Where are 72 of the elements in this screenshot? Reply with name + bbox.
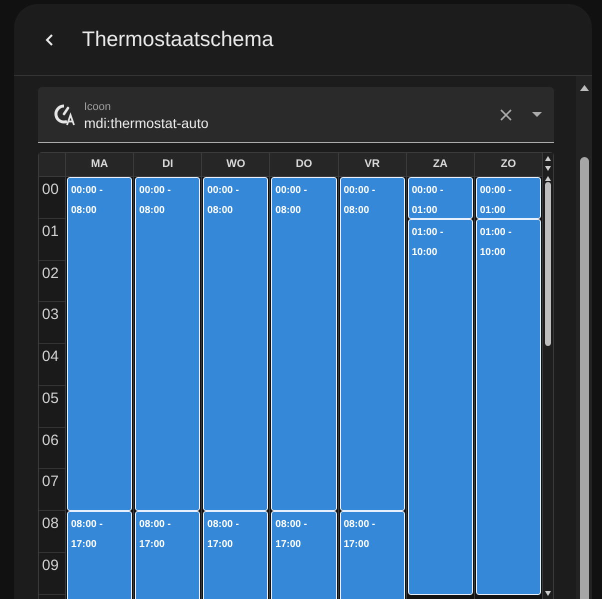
schedule-block[interactable]: 08:00 - 17:00 <box>340 511 405 599</box>
block-start-time: 01:00 - <box>480 226 513 240</box>
day-header: DO <box>270 153 338 177</box>
scrollbar-thumb[interactable] <box>580 157 588 599</box>
block-end-time: 10:00 <box>480 246 506 260</box>
block-start-time: 08:00 - <box>344 518 376 532</box>
block-end-time: 08:00 <box>344 204 370 218</box>
schedule-block[interactable]: 08:00 - 17:00 <box>135 511 200 599</box>
block-end-time: 17:00 <box>207 538 234 552</box>
dropdown-caret-icon[interactable] <box>532 112 542 118</box>
block-end-time: 01:00 <box>412 204 438 218</box>
field-value: mdi:thermostat-auto <box>84 114 210 132</box>
thermostat-auto-icon <box>54 104 76 126</box>
block-end-time: 08:00 <box>139 204 166 218</box>
hour-label: 05 <box>41 388 60 409</box>
clear-icon[interactable] <box>500 108 512 120</box>
block-start-time: 08:00 - <box>139 518 172 532</box>
scroll-up-icon[interactable] <box>544 156 551 161</box>
schedule-block[interactable]: 08:00 - 17:00 <box>271 511 337 599</box>
hour-label: 06 <box>41 430 60 450</box>
schedule-block[interactable]: 01:00 - 10:00 <box>408 218 473 594</box>
schedule-block[interactable]: 01:00 - 10:00 <box>476 218 541 594</box>
block-end-time: 17:00 <box>71 538 98 552</box>
icon-field[interactable]: Icoon mdi:thermostat-auto <box>38 87 554 143</box>
scroll-up-icon[interactable] <box>580 85 588 91</box>
day-header: ZO <box>474 153 542 177</box>
block-end-time: 08:00 <box>71 204 98 218</box>
hour-label: 03 <box>41 305 60 326</box>
scrollbar-thumb[interactable] <box>544 182 551 346</box>
block-start-time: 00:00 - <box>71 184 104 198</box>
block-start-time: 00:00 - <box>139 184 172 198</box>
schedule-block[interactable]: 00:00 - 08:00 <box>135 177 200 511</box>
day-header: WO <box>202 153 270 177</box>
hour-label: 01 <box>41 222 60 242</box>
schedule-block[interactable]: 00:00 - 08:00 <box>203 177 268 511</box>
day-header: VR <box>338 153 406 177</box>
dialog-title: Thermostaatschema <box>82 26 274 53</box>
hour-label: 08 <box>41 514 60 534</box>
scroll-down-icon[interactable] <box>544 591 551 596</box>
schedule-block[interactable]: 00:00 - 01:00 <box>476 177 541 219</box>
day-header: DI <box>134 153 202 177</box>
schedule-block[interactable]: 00:00 - 08:00 <box>271 177 337 511</box>
block-start-time: 00:00 - <box>344 184 376 198</box>
block-start-time: 00:00 - <box>207 184 240 198</box>
hour-label: 04 <box>41 347 60 367</box>
block-start-time: 00:00 - <box>275 184 308 198</box>
hour-label: 02 <box>41 264 60 284</box>
block-end-time: 08:00 <box>275 204 302 218</box>
schedule-block[interactable]: 08:00 - 17:00 <box>203 511 268 599</box>
block-end-time: 10:00 <box>412 246 438 260</box>
block-end-time: 17:00 <box>275 538 302 552</box>
schedule-block[interactable]: 00:00 - 08:00 <box>67 177 132 511</box>
hour-label: 00 <box>41 180 60 200</box>
block-start-time: 00:00 - <box>412 184 444 198</box>
block-end-time: 08:00 <box>207 204 234 218</box>
block-start-time: 08:00 - <box>71 518 104 532</box>
schedule-block[interactable]: 00:00 - 01:00 <box>408 177 473 219</box>
scroll-down-icon[interactable] <box>544 166 551 171</box>
block-end-time: 17:00 <box>139 538 166 552</box>
hour-label: 07 <box>41 472 60 492</box>
block-start-time: 01:00 - <box>412 226 444 240</box>
hour-label: 09 <box>41 556 60 576</box>
block-start-time: 08:00 - <box>207 518 240 532</box>
day-header: ZA <box>406 153 474 177</box>
block-start-time: 00:00 - <box>480 184 513 198</box>
block-end-time: 01:00 <box>480 204 506 218</box>
block-end-time: 17:00 <box>344 538 370 552</box>
field-label: Icoon <box>84 100 112 112</box>
schedule-block[interactable]: 00:00 - 08:00 <box>340 177 405 511</box>
schedule-block[interactable]: 08:00 - 17:00 <box>67 511 132 599</box>
day-header: MA <box>66 153 134 177</box>
block-start-time: 08:00 - <box>275 518 308 532</box>
